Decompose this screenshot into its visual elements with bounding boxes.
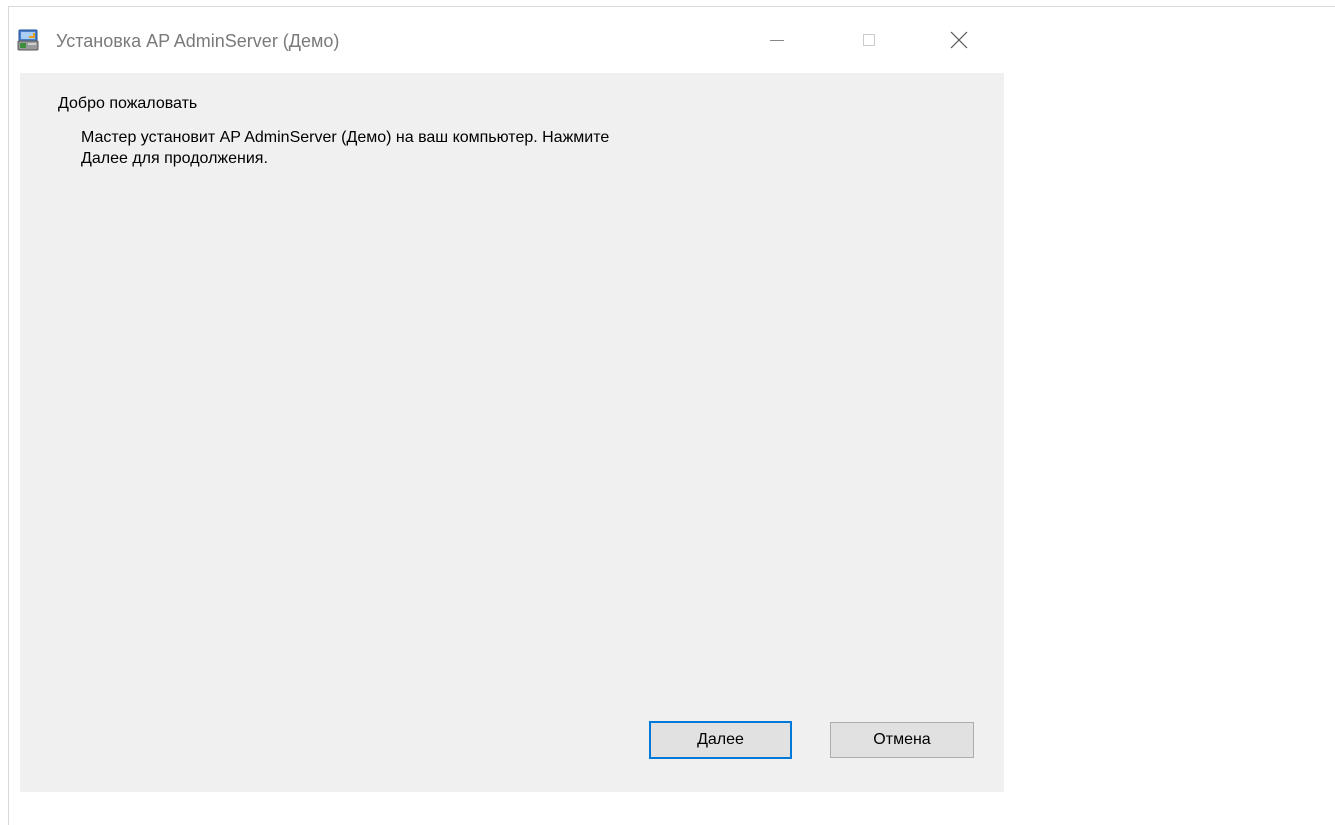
description-line: Далее для продолжения. — [81, 150, 268, 167]
welcome-description: Мастер установит AP AdminServer (Демо) н… — [81, 127, 841, 169]
minimize-icon — [770, 40, 784, 41]
window-frame-left — [8, 6, 9, 825]
minimize-button[interactable] — [754, 22, 800, 58]
dialog-body: Добро пожаловать Мастер установит AP Adm… — [20, 73, 1004, 792]
close-button[interactable] — [936, 22, 982, 58]
next-button[interactable]: Далее — [649, 721, 792, 759]
maximize-button[interactable] — [846, 22, 892, 58]
screen: Установка AP AdminServer (Демо) Добро по… — [0, 0, 1335, 825]
cancel-button[interactable]: Отмена — [830, 722, 974, 758]
close-icon — [950, 31, 968, 49]
window-title: Установка AP AdminServer (Демо) — [56, 31, 340, 51]
welcome-heading: Добро пожаловать — [58, 95, 198, 112]
description-line: Мастер установит AP AdminServer (Демо) н… — [81, 129, 610, 146]
maximize-icon — [863, 34, 875, 46]
installer-icon — [16, 28, 40, 52]
